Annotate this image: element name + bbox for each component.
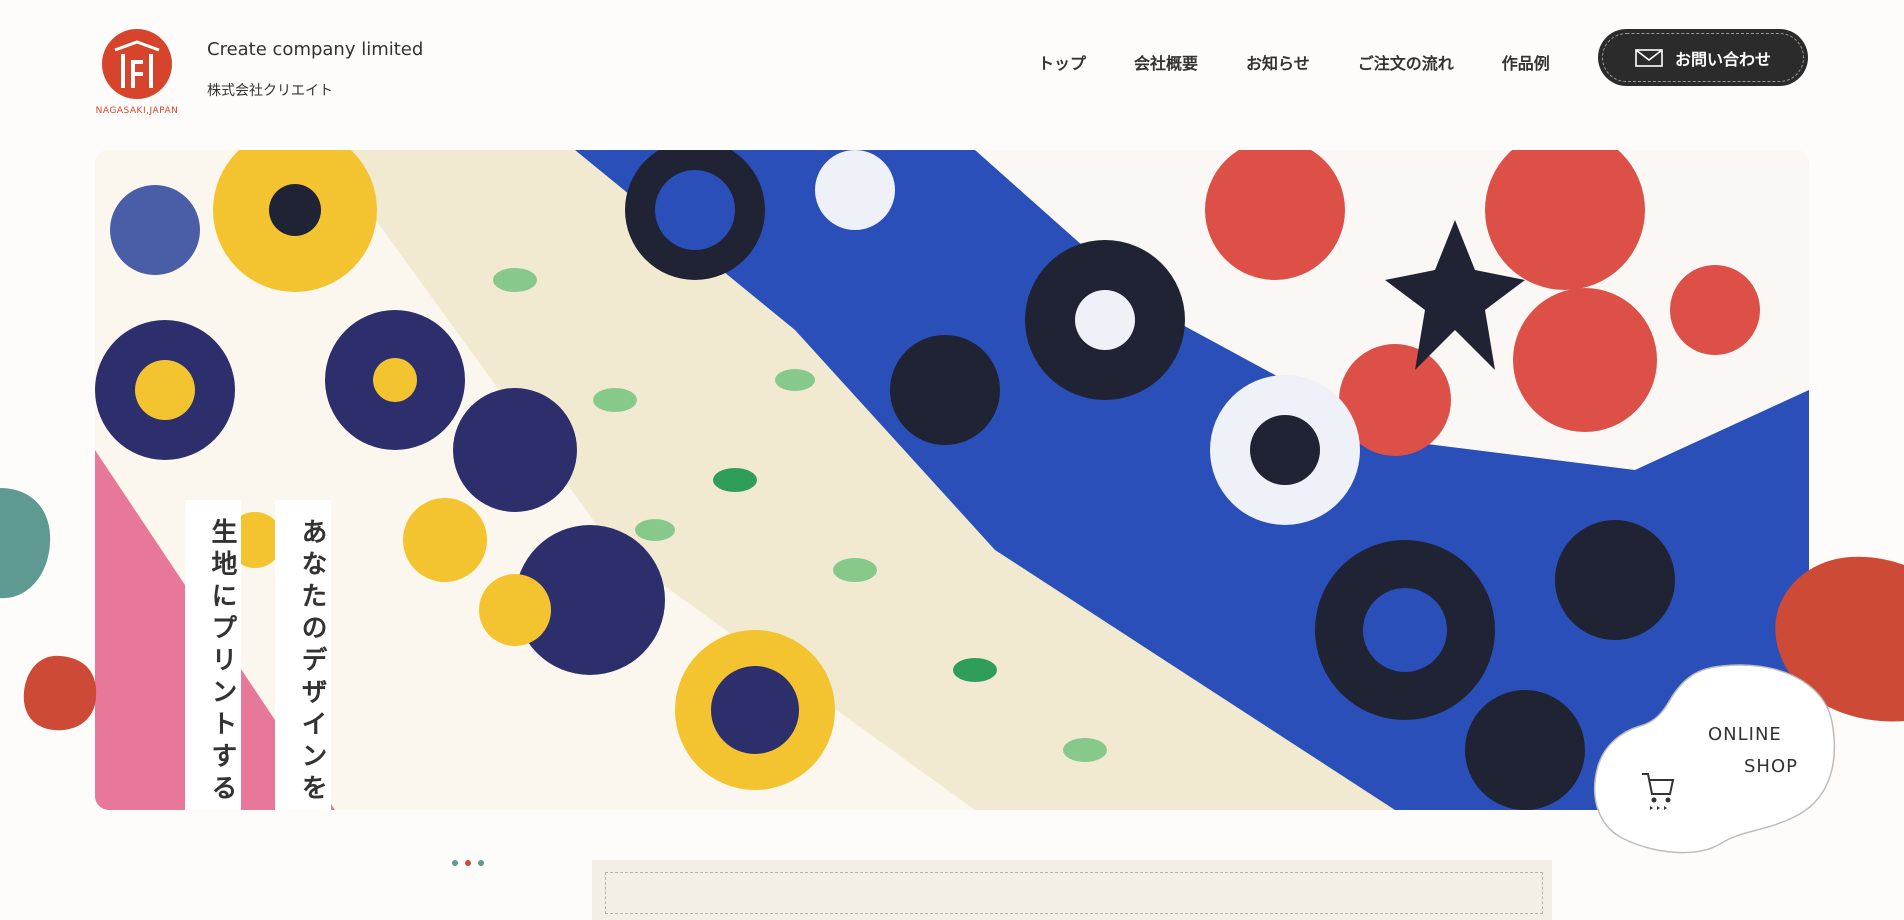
logo-mark-icon <box>102 29 172 99</box>
nav-item-news[interactable]: お知らせ <box>1246 50 1310 74</box>
nav-item-top[interactable]: トップ <box>1038 50 1086 74</box>
shop-bubble-shape <box>1593 664 1836 854</box>
slider-dot[interactable] <box>452 860 458 866</box>
nav-item-company[interactable]: 会社概要 <box>1134 50 1198 74</box>
logo-location: NAGASAKI,JAPAN <box>95 106 179 116</box>
hero-tagline-line1: 生地にプリントする <box>185 500 241 810</box>
teal-blob-decoration <box>0 488 51 599</box>
company-logo[interactable]: NAGASAKI,JAPAN <box>94 28 180 120</box>
fabric-photo <box>95 150 1809 810</box>
slider-dot[interactable] <box>478 860 484 866</box>
shop-label-shop: SHOP <box>1744 756 1798 777</box>
main-nav: トップ 会社概要 お知らせ ご注文の流れ 作品例 <box>1038 50 1550 74</box>
hero-image <box>95 150 1809 810</box>
nav-item-order-flow[interactable]: ご注文の流れ <box>1358 50 1454 74</box>
company-name-jp: 株式会社クリエイト <box>207 83 333 99</box>
shop-label-online: ONLINE <box>1708 724 1782 745</box>
hero-tagline-line2: あなたのデザインを <box>275 500 331 810</box>
contact-button[interactable]: お問い合わせ <box>1598 29 1808 86</box>
news-section-border <box>605 872 1543 914</box>
slider-dot[interactable] <box>465 860 471 866</box>
cart-icon <box>1642 773 1675 810</box>
slider-dots <box>452 860 484 866</box>
contact-label: お問い合わせ <box>1674 49 1771 69</box>
red-blob-left-decoration <box>23 655 97 731</box>
online-shop-button[interactable]: ONLINE SHOP <box>1592 660 1838 856</box>
mail-icon <box>1635 48 1663 67</box>
nav-item-works[interactable]: 作品例 <box>1502 50 1550 74</box>
company-name-en: Create company limited <box>207 39 424 60</box>
